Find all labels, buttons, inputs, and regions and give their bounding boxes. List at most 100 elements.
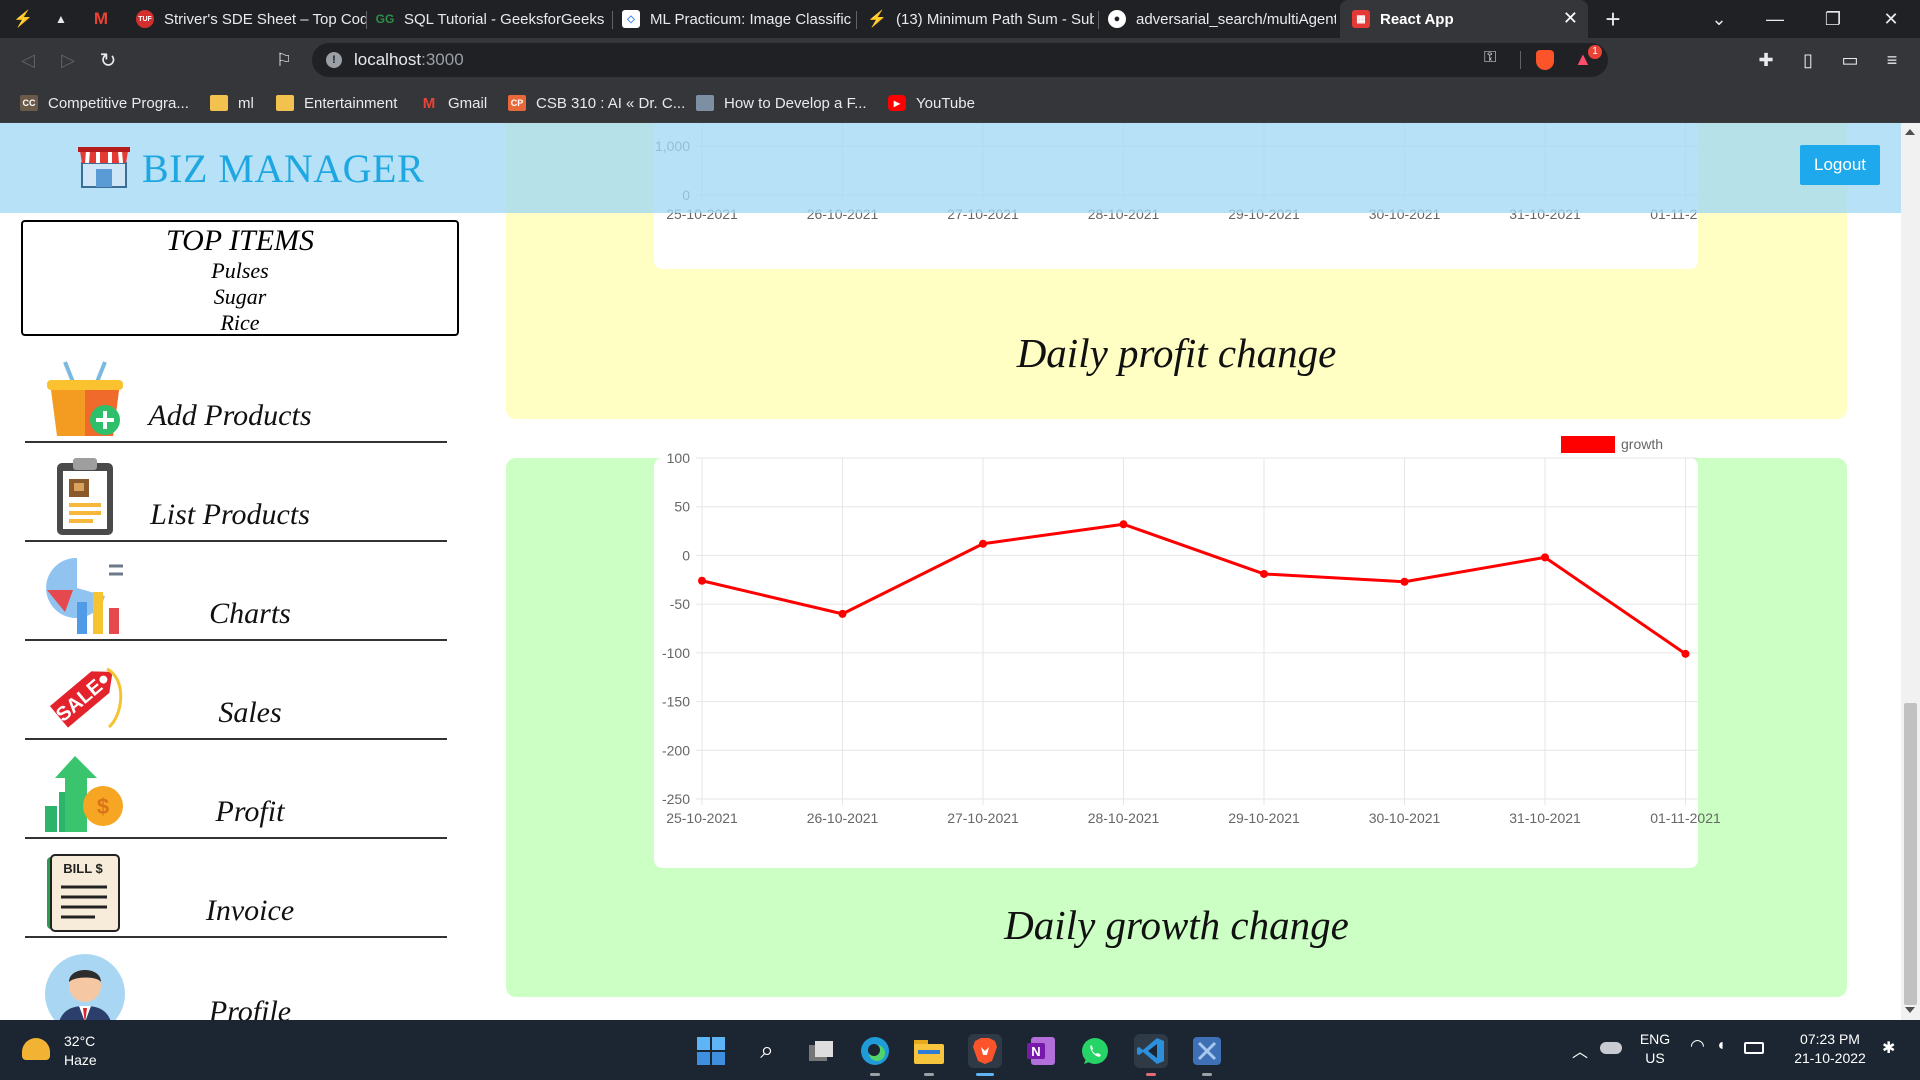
sidebar-item-profile[interactable]: Profile bbox=[25, 938, 447, 1020]
onenote-icon[interactable]: N bbox=[1024, 1034, 1058, 1068]
region-indicator[interactable]: US bbox=[1632, 1050, 1678, 1066]
bookmark-icon[interactable]: ⚐ bbox=[272, 48, 296, 72]
tab-separator bbox=[366, 11, 367, 29]
top-items-heading: TOP ITEMS bbox=[165, 224, 315, 257]
bookmark-folder-ml[interactable]: ml bbox=[210, 93, 254, 113]
arrows-icon: ▲ bbox=[55, 12, 67, 26]
tab-pinned-2[interactable]: ▲ bbox=[52, 0, 88, 38]
whatsapp-icon[interactable] bbox=[1078, 1034, 1112, 1068]
tab-separator bbox=[856, 11, 857, 29]
tab-sql-tutorial[interactable]: GG SQL Tutorial - GeeksforGeeks bbox=[370, 0, 610, 38]
sidebar-item-sales[interactable]: SALE Sales bbox=[25, 641, 447, 740]
bookmark-csb310[interactable]: CP CSB 310 : AI « Dr. C... bbox=[508, 93, 685, 113]
key-icon[interactable]: ⚿ bbox=[1484, 49, 1496, 67]
search-icon[interactable]: ⌕ bbox=[750, 1034, 784, 1068]
sidebar-item-add-products[interactable]: Add Products bbox=[25, 344, 447, 443]
volume-icon[interactable]: ◖ bbox=[1716, 1037, 1726, 1055]
language-indicator[interactable]: ENG bbox=[1632, 1031, 1678, 1047]
bookmark-how-to-develop[interactable]: How to Develop a F... bbox=[696, 93, 867, 113]
running-indicator bbox=[924, 1073, 934, 1076]
top-item: Rice bbox=[220, 310, 260, 335]
show-hidden-icons[interactable]: ︿ bbox=[1572, 1038, 1588, 1062]
tab-github-adversarial[interactable]: ● adversarial_search/multiAgent bbox=[1104, 0, 1336, 38]
task-view-icon[interactable] bbox=[804, 1034, 838, 1068]
battery-icon[interactable] bbox=[1744, 1042, 1764, 1054]
wallet-icon[interactable]: ▭ bbox=[1838, 48, 1862, 72]
restore-icon[interactable]: ❐ bbox=[1810, 0, 1856, 38]
y-tick-label: -100 bbox=[662, 645, 690, 661]
file-explorer-icon[interactable] bbox=[912, 1034, 946, 1068]
y-tick-label: -200 bbox=[662, 742, 690, 758]
bill-icon: BILL $ bbox=[47, 854, 120, 932]
logout-button[interactable]: Logout bbox=[1800, 145, 1880, 185]
brand-title[interactable]: BIZ MANAGER bbox=[142, 145, 424, 192]
scrollbar-thumb[interactable] bbox=[1904, 703, 1917, 1005]
tab-search-icon[interactable]: ⌄ bbox=[1696, 0, 1742, 38]
legend-swatch bbox=[1561, 436, 1615, 453]
menu-icon[interactable]: ≡ bbox=[1880, 48, 1904, 72]
app-icon[interactable] bbox=[1190, 1034, 1224, 1068]
sidebar-item-profit[interactable]: $ Profit bbox=[25, 740, 447, 839]
back-icon[interactable]: ◁ bbox=[16, 48, 40, 72]
cp-icon: CP bbox=[508, 95, 526, 111]
sidebar-item-charts[interactable]: Charts bbox=[25, 542, 447, 641]
clock-time[interactable]: 07:23 PM bbox=[1782, 1031, 1878, 1047]
tab-separator bbox=[1098, 11, 1099, 29]
gmail-icon: M bbox=[422, 94, 436, 112]
tab-separator bbox=[612, 11, 613, 29]
tab-ml-practicum[interactable]: ◇ ML Practicum: Image Classific bbox=[618, 0, 854, 38]
sidebar-icon[interactable]: ▯ bbox=[1796, 48, 1820, 72]
svg-text:$: $ bbox=[97, 794, 109, 819]
profit-card-title: Daily profit change bbox=[1016, 330, 1337, 376]
address-bar[interactable]: ! localhost:3000 ⚿ ▲ 1 bbox=[312, 43, 1608, 77]
close-tab-icon[interactable]: ✕ bbox=[1563, 8, 1578, 29]
brave-browser-icon[interactable] bbox=[968, 1034, 1002, 1068]
wifi-icon[interactable]: ◠ bbox=[1690, 1036, 1705, 1056]
minimize-icon[interactable]: — bbox=[1752, 0, 1798, 38]
url-text: localhost:3000 bbox=[354, 50, 464, 70]
tab-react-app[interactable]: ▦ React App ✕ bbox=[1340, 0, 1588, 38]
bookmark-folder-entertainment[interactable]: Entertainment bbox=[276, 93, 397, 113]
new-tab-button[interactable]: + bbox=[1590, 0, 1636, 38]
scroll-up-icon[interactable] bbox=[1905, 129, 1915, 135]
bookmark-label: How to Develop a F... bbox=[724, 94, 867, 112]
svg-text:N: N bbox=[1031, 1044, 1040, 1059]
tuf-icon: TUF bbox=[136, 10, 154, 28]
x-tick-label: 29-10-2021 bbox=[1228, 810, 1300, 826]
x-tick-label: 01-11-2021 bbox=[1650, 810, 1721, 826]
sidebar-item-list-products[interactable]: List Products bbox=[25, 443, 447, 542]
notification-icon[interactable]: ✱ bbox=[1882, 1038, 1895, 1058]
scroll-down-icon[interactable] bbox=[1905, 1007, 1915, 1013]
tab-strivers-sheet[interactable]: TUF Striver's SDE Sheet – Top Codi bbox=[130, 0, 366, 38]
close-window-icon[interactable]: ✕ bbox=[1868, 0, 1914, 38]
clock-date[interactable]: 21-10-2022 bbox=[1782, 1050, 1878, 1066]
vscode-icon[interactable] bbox=[1134, 1034, 1168, 1068]
bookmark-label: Entertainment bbox=[304, 94, 398, 112]
tab-pinned-1[interactable]: ⚡ bbox=[14, 0, 50, 38]
sidebar-item-invoice[interactable]: BILL $ Invoice bbox=[25, 839, 447, 938]
info-icon[interactable]: ! bbox=[326, 52, 342, 68]
legend-label: growth bbox=[1621, 436, 1663, 452]
series-line bbox=[701, 522, 1687, 656]
edge-icon[interactable] bbox=[858, 1034, 892, 1068]
tab-minimum-path-sum[interactable]: ⚡ (13) Minimum Path Sum - Sub bbox=[864, 0, 1094, 38]
growth-chart-panel: 100 50 0 -50 -100 -150 -200 -250 25-10-2021 26-10… bbox=[654, 436, 1721, 868]
extensions-icon[interactable]: ✚ bbox=[1754, 48, 1778, 72]
x-tick-label: 31-10-2021 bbox=[1509, 810, 1581, 826]
weather-widget[interactable]: 32°C Haze bbox=[20, 1032, 160, 1072]
url-port: :3000 bbox=[421, 50, 464, 69]
folder-icon bbox=[210, 95, 228, 111]
onedrive-icon[interactable] bbox=[1600, 1042, 1622, 1054]
windows-start-icon[interactable] bbox=[694, 1034, 728, 1068]
store-logo-icon bbox=[78, 147, 130, 188]
brave-shield-icon[interactable] bbox=[1536, 50, 1554, 70]
reload-icon[interactable]: ↻ bbox=[96, 48, 120, 72]
forward-icon[interactable]: ▷ bbox=[56, 48, 80, 72]
app-navbar: BIZ MANAGER Logout bbox=[0, 123, 1901, 213]
tab-pinned-gmail[interactable]: M bbox=[92, 0, 128, 38]
bookmark-youtube[interactable]: ▶ YouTube bbox=[888, 93, 975, 113]
bookmark-gmail[interactable]: M Gmail bbox=[420, 93, 487, 113]
fire-icon: ⚡ bbox=[14, 11, 33, 28]
page-scrollbar[interactable] bbox=[1901, 123, 1920, 1020]
bookmark-competitive-programming[interactable]: CC Competitive Progra... bbox=[20, 93, 189, 113]
